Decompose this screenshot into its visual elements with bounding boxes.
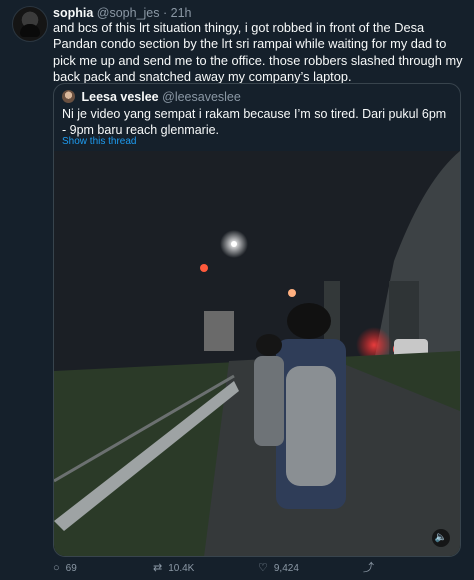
tweet-actions: ○ 69 ⇄ 10.4K ♡ 9,424 ⤴ xyxy=(53,562,463,576)
quoted-tweet[interactable]: Leesa veslee @leesaveslee Ni je video ya… xyxy=(53,83,461,557)
quoted-header: Leesa veslee @leesaveslee xyxy=(62,89,241,105)
quoted-avatar xyxy=(62,90,75,103)
share-button[interactable]: ⤴ xyxy=(363,562,374,574)
retweet-button[interactable]: ⇄ 10.4K xyxy=(153,562,194,574)
reply-button[interactable]: ○ 69 xyxy=(53,562,77,574)
comment-icon: ○ xyxy=(53,562,60,574)
reply-count: 69 xyxy=(65,562,77,574)
quoted-display-name[interactable]: Leesa veslee xyxy=(81,90,158,104)
video-player[interactable]: 🔈 xyxy=(54,151,460,556)
tweet-header: sophia @soph_jes · 21h xyxy=(53,5,192,21)
separator: · xyxy=(163,6,168,20)
quoted-handle[interactable]: @leesaveslee xyxy=(162,90,241,104)
share-icon: ⤴ xyxy=(363,562,374,574)
tweet-text: and bcs of this lrt situation thingy, i … xyxy=(53,20,463,85)
like-button[interactable]: ♡ 9,424 xyxy=(258,562,299,574)
like-count: 9,424 xyxy=(273,562,299,574)
handle[interactable]: @soph_jes xyxy=(97,6,160,20)
speaker-icon[interactable]: 🔈 xyxy=(432,529,450,547)
retweet-icon: ⇄ xyxy=(153,562,163,574)
show-thread-link[interactable]: Show this thread xyxy=(62,136,137,147)
display-name[interactable]: sophia xyxy=(53,6,93,20)
timestamp[interactable]: 21h xyxy=(171,6,192,20)
video-frame xyxy=(54,151,460,556)
retweet-count: 10.4K xyxy=(168,562,195,574)
heart-icon: ♡ xyxy=(258,562,268,574)
avatar[interactable] xyxy=(12,6,48,42)
quoted-text: Ni je video yang sempat i rakam because … xyxy=(62,107,447,137)
